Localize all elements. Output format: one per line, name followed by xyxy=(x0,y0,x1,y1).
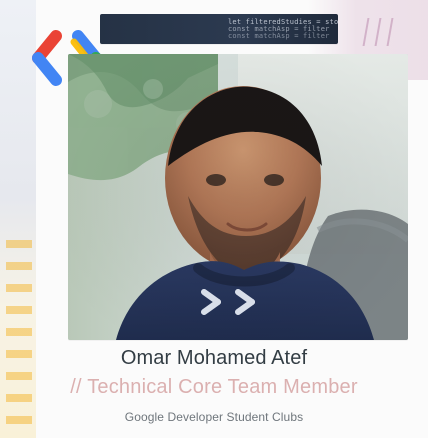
top-right-decorative-lines xyxy=(362,18,425,48)
decorative-line xyxy=(374,18,382,46)
profile-photo xyxy=(68,54,408,340)
left-background-tape xyxy=(6,240,32,438)
gdsc-profile-card: let filteredStudies = stor const matchAs… xyxy=(0,0,428,438)
organization-name: Google Developer Student Clubs xyxy=(124,410,304,424)
member-role: // Technical Core Team Member xyxy=(70,376,358,398)
background-code-snippet: let filteredStudies = stor const matchAs… xyxy=(100,14,338,44)
code-line: const matchAsp = filter xyxy=(228,32,330,40)
member-name: Omar Mohamed Atef xyxy=(120,347,308,369)
decorative-line xyxy=(386,18,394,46)
